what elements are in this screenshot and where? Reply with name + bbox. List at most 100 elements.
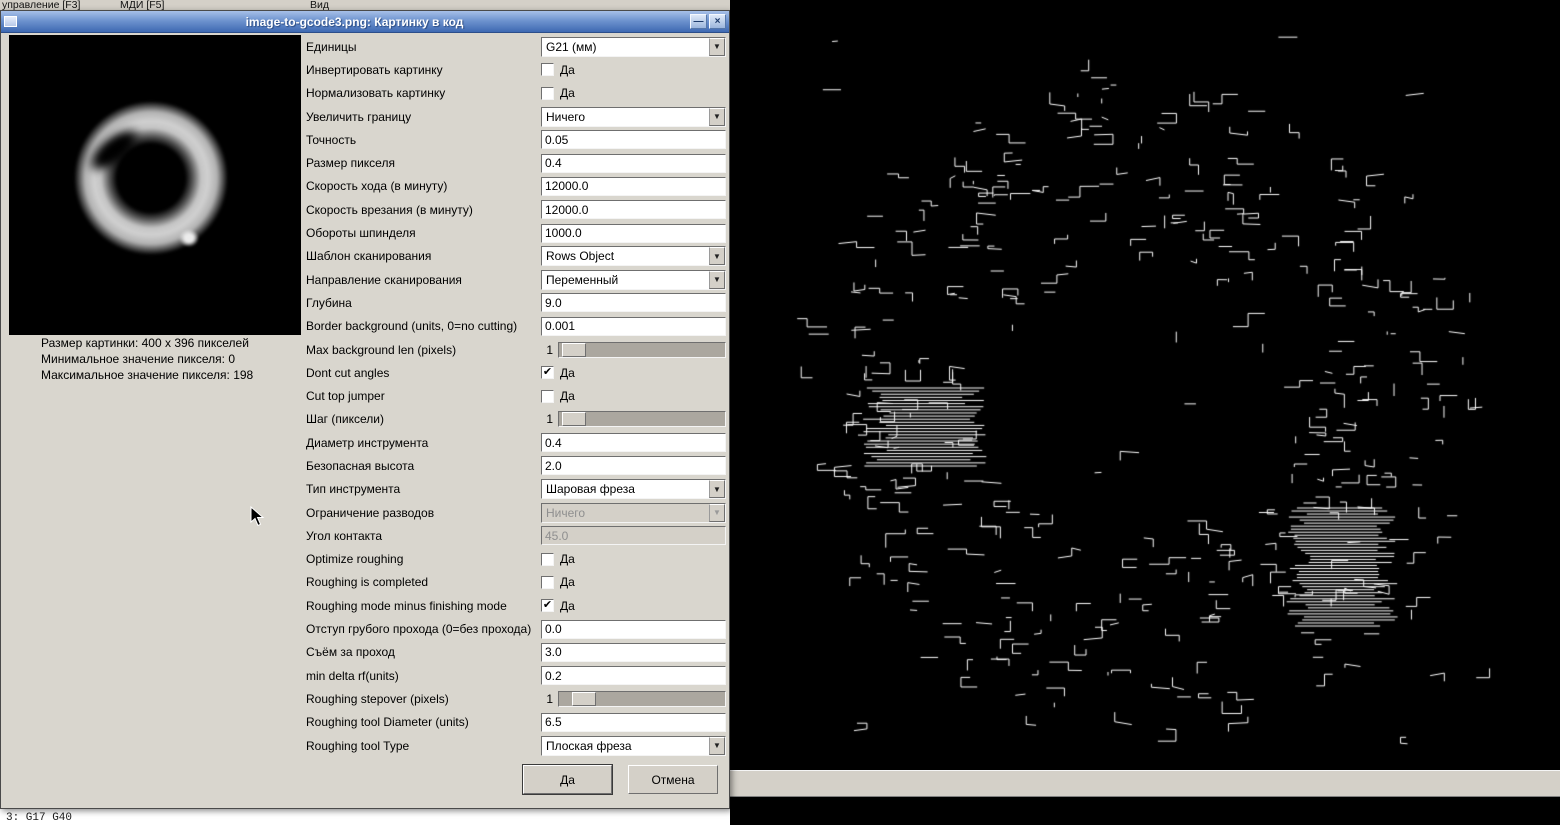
field-label-roughing-is-completed: Roughing is completed [306,575,429,590]
gcode-preview-plot[interactable] [730,0,1560,770]
tab-view[interactable]: Вид [310,0,329,10]
border-background-field-wrap [541,316,726,336]
roughing-is-completed-checkbox-label: Да [560,575,575,590]
minimize-icon: — [693,15,704,27]
tool-type-select[interactable]: Шаровая фреза ▼ [541,479,726,500]
invert-image-checkbox[interactable] [541,63,554,77]
close-button[interactable]: × [709,14,726,29]
gcode-line: 3: G17 G40 [6,812,73,824]
chevron-down-icon: ▼ [709,37,725,56]
min-delta-rf-input[interactable] [541,666,726,686]
field-label-contact-angle: Угол контакта [306,528,383,543]
desktop: управление [F3] МДИ [F5] Вид 2: G0 Z2.00… [0,0,1560,825]
image-max-pixel-text: Максимальное значение пикселя: 198 [41,368,254,382]
plunge-rate-input[interactable] [541,200,726,220]
field-label-expand-border: Увеличить границу [306,109,412,124]
field-label-depth-per-pass: Съём за проход [306,645,395,660]
tool-diameter-input[interactable] [541,433,726,453]
max-background-len-slider-handle[interactable] [562,342,587,357]
depth-per-pass-field-wrap [541,642,726,662]
bottom-panel-strip [730,770,1560,797]
window-title: image-to-gcode3.png: Картинку в код [245,14,464,29]
roughing-stepover-slider[interactable] [558,690,726,707]
form-row-lace-bounding: Ограничение разводов Ничего ▼ [306,501,726,524]
roughing-is-completed-checkbox[interactable] [541,575,554,589]
normalize-image-checkbox[interactable] [541,86,554,100]
roughing-minus-finishing-checkbox-label: Да [560,598,575,613]
form-row-dont-cut-angles: Dont cut angles ✔ Да [306,361,726,384]
scan-pattern-select[interactable]: Rows Object ▼ [541,246,726,267]
form-row-depth-per-pass: Съём за проход [306,641,726,664]
invert-image-checkbox-wrap: Да [541,63,726,77]
step-pixels-slider-handle[interactable] [562,412,587,427]
preview-bright-spot [179,229,199,247]
field-label-scan-pattern: Шаблон сканирования [306,249,432,264]
field-label-invert-image: Инвертировать картинку [306,62,443,77]
cut-top-jumper-checkbox[interactable] [541,389,554,403]
field-label-dont-cut-angles: Dont cut angles [306,365,390,380]
safety-height-field-wrap [541,456,726,476]
contact-angle-field-wrap [541,526,726,546]
form-row-step-pixels: Шаг (пиксели) 1 [306,408,726,431]
form-row-roughing-is-completed: Roughing is completed Да [306,571,726,594]
roughing-minus-finishing-checkbox-wrap: ✔ Да [541,599,726,613]
depth-input[interactable] [541,293,726,313]
settings-form: Единицы G21 (мм) ▼ Инвертировать картинку Да… [306,35,726,757]
roughing-minus-finishing-checkbox[interactable]: ✔ [541,599,554,613]
units-select[interactable]: G21 (мм) ▼ [541,36,726,57]
scan-direction-selected-value: Переменный [546,272,619,287]
pixel-size-input[interactable] [541,153,726,173]
form-row-feed-rate: Скорость хода (в минуту) [306,175,726,198]
tab-mdi[interactable]: МДИ [F5] [120,0,164,10]
tolerance-input[interactable] [541,130,726,150]
title-bar[interactable]: image-to-gcode3.png: Картинку в код — × [1,11,729,33]
scan-direction-select[interactable]: Переменный ▼ [541,269,726,290]
roughing-tool-type-select[interactable]: Плоская фреза ▼ [541,735,726,756]
normalize-image-checkbox-wrap: Да [541,86,726,100]
field-label-tool-diameter: Диаметр инструмента [306,435,429,450]
optimize-roughing-checkbox-wrap: Да [541,552,726,566]
feed-rate-input[interactable] [541,176,726,196]
roughing-tool-diameter-input[interactable] [541,712,726,732]
tab-manual-control[interactable]: управление [F3] [2,0,80,10]
field-label-roughing-tool-type: Roughing tool Type [306,738,410,753]
field-label-roughing-offset: Отступ грубого прохода (0=без прохода) [306,622,532,637]
spindle-speed-input[interactable] [541,223,726,243]
form-row-scan-direction: Направление сканирования Переменный ▼ [306,268,726,291]
normalize-image-checkbox-label: Да [560,86,575,101]
field-label-border-background: Border background (units, 0=no cutting) [306,319,518,334]
roughing-offset-input[interactable] [541,619,726,639]
form-row-border-background: Border background (units, 0=no cutting) [306,315,726,338]
optimize-roughing-checkbox[interactable] [541,552,554,566]
form-row-roughing-stepover: Roughing stepover (pixels) 1 [306,687,726,710]
depth-per-pass-input[interactable] [541,642,726,662]
step-pixels-slider[interactable] [558,411,726,428]
chevron-down-icon: ▼ [709,247,725,266]
expand-border-selected-value: Ничего [546,109,586,124]
window-menu-icon[interactable] [4,16,17,27]
border-background-input[interactable] [541,316,726,336]
form-row-units: Единицы G21 (мм) ▼ [306,35,726,58]
ok-button[interactable]: Да [522,764,613,795]
form-row-spindle-speed: Обороты шпинделя [306,221,726,244]
tolerance-field-wrap [541,130,726,150]
background-tab-strip: управление [F3] МДИ [F5] Вид [0,0,730,10]
minimize-button[interactable]: — [690,14,707,29]
spindle-speed-field-wrap [541,223,726,243]
form-row-safety-height: Безопасная высота [306,454,726,477]
max-background-len-slider[interactable] [558,341,726,358]
dialog-body: Размер картинки: 400 x 396 пикселей Мини… [1,33,729,811]
tool-type-selected-value: Шаровая фреза [546,482,635,497]
field-label-spindle-speed: Обороты шпинделя [306,226,416,241]
dont-cut-angles-checkbox[interactable]: ✔ [541,366,554,380]
roughing-tool-type-selected-value: Плоская фреза [546,738,632,753]
roughing-stepover-slider-handle[interactable] [572,691,597,706]
expand-border-select[interactable]: Ничего ▼ [541,106,726,127]
safety-height-input[interactable] [541,456,726,476]
chevron-down-icon: ▼ [709,503,725,522]
form-row-roughing-tool-diameter: Roughing tool Diameter (units) [306,711,726,734]
form-row-tool-diameter: Диаметр инструмента [306,431,726,454]
cut-top-jumper-checkbox-label: Да [560,389,575,404]
dont-cut-angles-checkbox-wrap: ✔ Да [541,366,726,380]
cancel-button[interactable]: Отмена [628,765,718,794]
